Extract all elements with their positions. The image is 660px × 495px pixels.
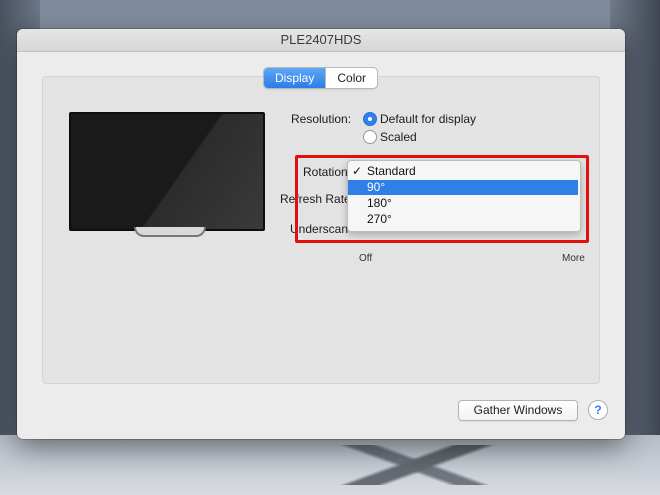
resolution-option-default[interactable]: Default for display	[380, 112, 476, 126]
highlight-annotation-box	[295, 155, 589, 243]
radio-default-for-display[interactable]	[363, 112, 377, 126]
tab-display[interactable]: Display	[264, 68, 326, 88]
underscan-min-label: Off	[359, 253, 373, 264]
tab-bar: Display Color	[263, 67, 379, 89]
display-preferences-window: PLE2407HDS Resolution: Default for displ…	[17, 29, 625, 439]
desktop-branches	[200, 445, 640, 485]
tab-color[interactable]: Color	[325, 68, 377, 88]
resolution-option-scaled[interactable]: Scaled	[380, 130, 417, 144]
gather-windows-button[interactable]: Gather Windows	[458, 400, 578, 421]
window-title: PLE2407HDS	[17, 29, 625, 52]
monitor-stand	[134, 227, 206, 237]
radio-scaled[interactable]	[363, 130, 377, 144]
underscan-max-label: More	[562, 253, 585, 264]
monitor-image	[69, 112, 265, 231]
help-button[interactable]: ?	[588, 400, 608, 420]
resolution-label: Resolution:	[291, 112, 352, 126]
